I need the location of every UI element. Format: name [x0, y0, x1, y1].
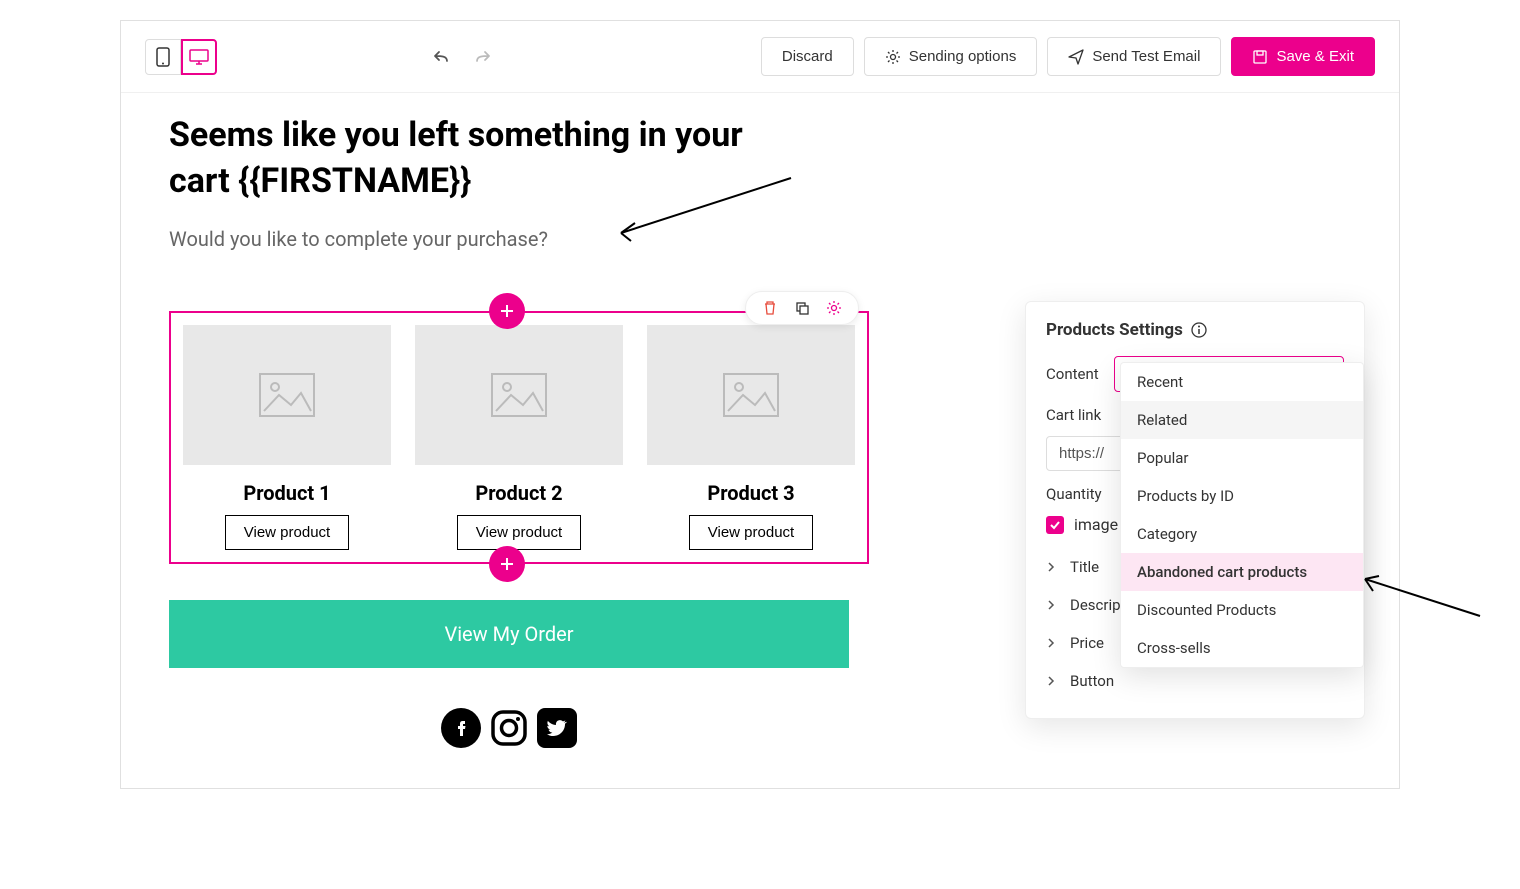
toolbar-center	[425, 41, 499, 73]
gear-icon	[826, 300, 842, 316]
plus-icon	[499, 303, 515, 319]
dropdown-option[interactable]: Category	[1121, 515, 1363, 553]
trash-icon	[762, 300, 778, 316]
facebook-icon[interactable]	[441, 708, 481, 748]
social-icons	[169, 708, 849, 748]
product-title: Product 2	[415, 481, 623, 505]
send-test-button[interactable]: Send Test Email	[1047, 37, 1221, 76]
panel-item-label: Title	[1070, 558, 1099, 576]
image-checkbox[interactable]	[1046, 516, 1064, 534]
toolbar: Discard Sending options Send Test Email …	[121, 21, 1399, 93]
product-image-placeholder	[183, 325, 391, 465]
image-label: image	[1074, 515, 1118, 534]
sending-options-button[interactable]: Sending options	[864, 37, 1038, 76]
dropdown-option[interactable]: Recent	[1121, 363, 1363, 401]
undo-icon	[431, 47, 451, 67]
image-icon	[723, 373, 779, 417]
redo-button[interactable]	[467, 41, 499, 73]
chevron-right-icon	[1046, 562, 1056, 572]
panel-title-text: Products Settings	[1046, 320, 1183, 340]
product-title: Product 3	[647, 481, 855, 505]
view-toggle	[145, 39, 217, 75]
save-exit-label: Save & Exit	[1276, 48, 1354, 65]
cta-button[interactable]: View My Order	[169, 600, 849, 668]
dropdown-option[interactable]: Discounted Products	[1121, 591, 1363, 629]
chevron-right-icon	[1046, 638, 1056, 648]
panel-item-label: Button	[1070, 672, 1114, 690]
discard-button[interactable]: Discard	[761, 37, 854, 76]
info-icon[interactable]	[1191, 322, 1207, 338]
plus-icon	[499, 556, 515, 572]
product-title: Product 1	[183, 481, 391, 505]
panel-item-label: Price	[1070, 634, 1104, 652]
check-icon	[1049, 519, 1061, 531]
add-block-below-button[interactable]	[489, 546, 525, 582]
desktop-icon	[189, 49, 209, 65]
view-product-button[interactable]: View product	[689, 515, 813, 550]
duplicate-block-button[interactable]	[792, 298, 812, 318]
product-card: Product 3 View product	[647, 325, 855, 550]
save-icon	[1252, 49, 1268, 65]
products-block: Product 1 View product Product 2 View pr…	[169, 311, 869, 564]
app-container: Discard Sending options Send Test Email …	[120, 20, 1400, 789]
dropdown-option[interactable]: Abandoned cart products	[1121, 553, 1363, 591]
product-image-placeholder	[415, 325, 623, 465]
image-icon	[491, 373, 547, 417]
send-icon	[1068, 49, 1084, 65]
product-card: Product 2 View product	[415, 325, 623, 550]
instagram-icon[interactable]	[489, 708, 529, 748]
sending-options-label: Sending options	[909, 48, 1017, 65]
annotation-arrow-1	[611, 173, 801, 243]
content-dropdown: RecentRelatedPopularProducts by IDCatego…	[1120, 362, 1364, 668]
product-card: Product 1 View product	[183, 325, 391, 550]
save-exit-button[interactable]: Save & Exit	[1231, 37, 1375, 76]
delete-block-button[interactable]	[760, 298, 780, 318]
products-settings-panel: Products Settings Content Abandoned cart…	[1025, 301, 1365, 719]
toolbar-right: Discard Sending options Send Test Email …	[761, 37, 1375, 76]
dropdown-option[interactable]: Products by ID	[1121, 477, 1363, 515]
chevron-right-icon	[1046, 676, 1056, 686]
annotation-arrow-2	[1355, 574, 1485, 624]
dropdown-option[interactable]: Popular	[1121, 439, 1363, 477]
copy-icon	[794, 300, 810, 316]
block-tools	[745, 291, 859, 325]
products-grid[interactable]: Product 1 View product Product 2 View pr…	[169, 311, 869, 564]
desktop-view-button[interactable]	[181, 39, 217, 75]
send-test-label: Send Test Email	[1092, 48, 1200, 65]
redo-icon	[473, 47, 493, 67]
mobile-icon	[156, 47, 170, 67]
mobile-view-button[interactable]	[145, 39, 181, 75]
product-image-placeholder	[647, 325, 855, 465]
chevron-right-icon	[1046, 600, 1056, 610]
add-block-above-button[interactable]	[489, 293, 525, 329]
settings-block-button[interactable]	[824, 298, 844, 318]
view-product-button[interactable]: View product	[225, 515, 349, 550]
view-product-button[interactable]: View product	[457, 515, 581, 550]
gear-icon	[885, 49, 901, 65]
image-icon	[259, 373, 315, 417]
dropdown-option[interactable]: Related	[1121, 401, 1363, 439]
panel-title: Products Settings	[1046, 320, 1344, 340]
content-label: Content	[1046, 365, 1102, 383]
dropdown-option[interactable]: Cross-sells	[1121, 629, 1363, 667]
twitter-icon[interactable]	[537, 708, 577, 748]
undo-button[interactable]	[425, 41, 457, 73]
